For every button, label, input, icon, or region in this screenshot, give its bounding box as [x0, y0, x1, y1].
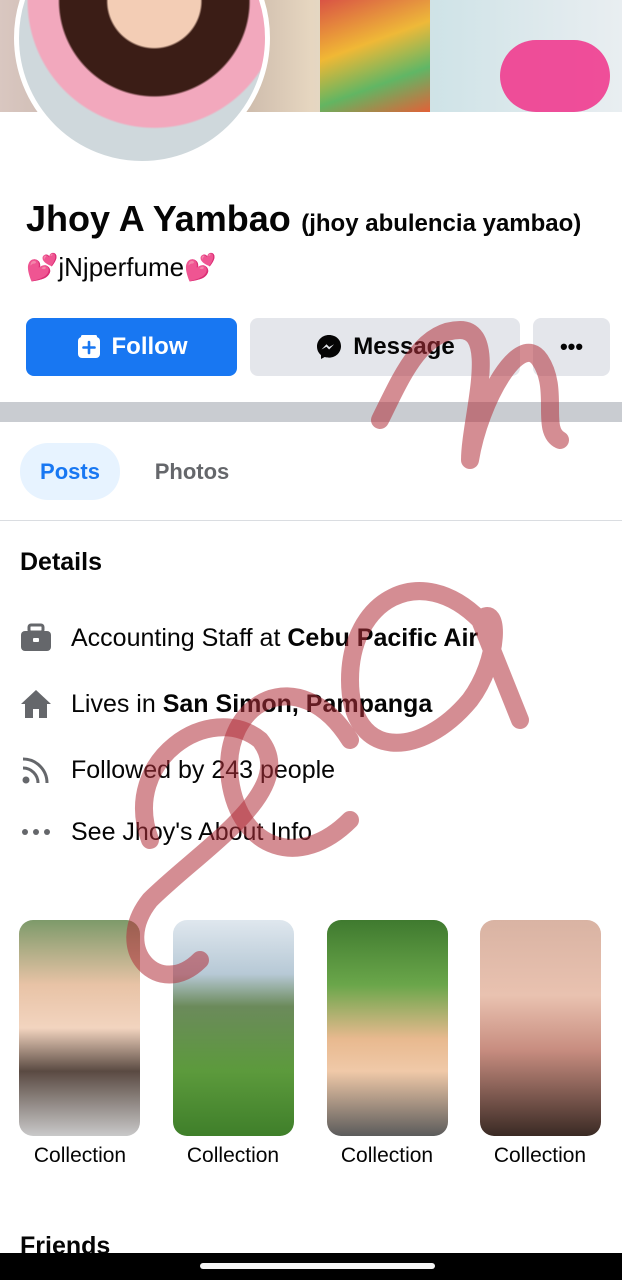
tabs-separator: [0, 520, 622, 521]
more-options-button[interactable]: •••: [533, 318, 610, 376]
more-icon: •••: [559, 334, 584, 359]
briefcase-icon: [18, 620, 54, 656]
system-navigation-bar: [0, 1253, 622, 1280]
detail-followers-text: Followed by 243 people: [71, 755, 336, 784]
home-indicator[interactable]: [200, 1263, 435, 1269]
profile-picture[interactable]: [14, 0, 270, 166]
detail-followers[interactable]: Followed by 243 people: [18, 752, 335, 788]
ellipsis-icon: [18, 814, 54, 850]
message-button[interactable]: Message: [250, 318, 520, 376]
collection-thumbnail[interactable]: [480, 920, 601, 1136]
profile-name-row: Jhoy A Yambao (jhoy abulencia yambao): [26, 198, 581, 240]
home-icon: [18, 686, 54, 722]
collection-label[interactable]: Collection: [317, 1144, 457, 1168]
collection-label[interactable]: Collection: [470, 1144, 610, 1168]
follow-label: Follow: [111, 333, 188, 360]
add-friend-icon: [76, 334, 102, 360]
follow-button[interactable]: Follow: [26, 318, 237, 376]
collection-label[interactable]: Collection: [10, 1144, 150, 1168]
collection-thumbnail[interactable]: [327, 920, 448, 1136]
cover-decor: [320, 0, 430, 112]
tab-photos[interactable]: Photos: [140, 443, 244, 500]
profile-bio: 💕jNjperfume💕: [26, 252, 217, 282]
details-heading: Details: [20, 548, 102, 576]
profile-alternate-name: (jhoy abulencia yambao): [301, 210, 582, 237]
cover-decor: [500, 40, 610, 112]
detail-about[interactable]: See Jhoy's About Info: [18, 814, 312, 850]
detail-lives[interactable]: Lives in San Simon, Pampanga: [18, 686, 432, 722]
tab-posts[interactable]: Posts: [20, 443, 120, 500]
messenger-icon: [315, 333, 343, 361]
profile-name: Jhoy A Yambao: [26, 198, 291, 239]
collection-label[interactable]: Collection: [163, 1144, 303, 1168]
detail-work-text: Accounting Staff at Cebu Pacific Air: [71, 623, 479, 652]
detail-lives-text: Lives in San Simon, Pampanga: [71, 689, 433, 718]
detail-about-text: See Jhoy's About Info: [71, 817, 313, 846]
detail-work[interactable]: Accounting Staff at Cebu Pacific Air: [18, 620, 478, 656]
collection-thumbnail[interactable]: [173, 920, 294, 1136]
section-divider: [0, 402, 622, 422]
message-label: Message: [353, 333, 455, 360]
collection-thumbnail[interactable]: [19, 920, 140, 1136]
rss-icon: [18, 752, 54, 788]
